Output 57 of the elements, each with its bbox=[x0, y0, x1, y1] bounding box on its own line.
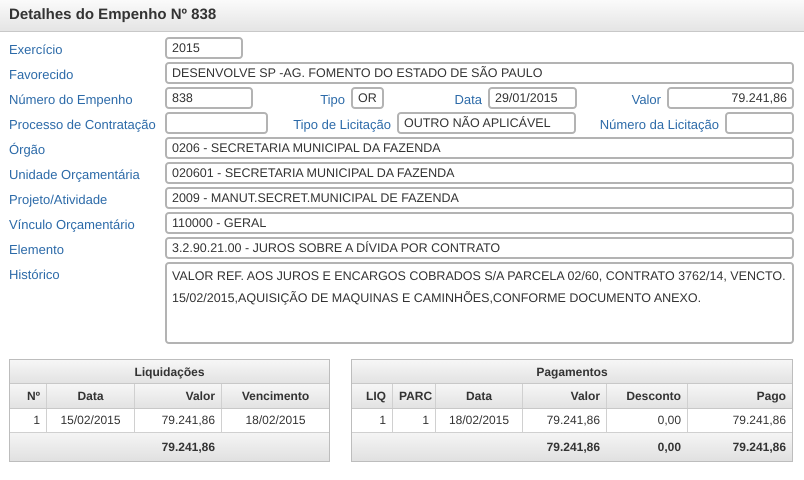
table-cell: 0,00 bbox=[606, 409, 687, 432]
table-title: Liquidações bbox=[10, 360, 329, 384]
table-cell: 18/02/2015 bbox=[221, 409, 329, 432]
input-field[interactable]: OUTRO NÃO APLICÁVEL bbox=[397, 112, 576, 134]
column-header: Vencimento bbox=[221, 384, 329, 408]
field-label: Tipo de Licitação bbox=[293, 117, 391, 132]
input-field[interactable]: DESENVOLVE SP -AG. FOMENTO DO ESTADO DE SÃO PAULO bbox=[165, 62, 794, 84]
field-label: Número do Empenho bbox=[9, 92, 133, 107]
total-value: 79.241,86 bbox=[732, 440, 786, 454]
input-field[interactable]: OR bbox=[351, 87, 384, 109]
field-label: Elemento bbox=[9, 242, 64, 257]
table-cell-text: 1 bbox=[378, 412, 387, 429]
total-value: 79.241,86 bbox=[546, 440, 600, 454]
field-label: Vínculo Orçamentário bbox=[9, 217, 135, 232]
input-field[interactable]: 2015 bbox=[165, 37, 243, 59]
field-label: Projeto/Atividade bbox=[9, 192, 108, 207]
input-field[interactable] bbox=[725, 112, 794, 134]
field-label: Valor bbox=[632, 92, 661, 107]
field-label: Favorecido bbox=[9, 67, 74, 82]
input-field[interactable] bbox=[165, 112, 268, 134]
column-header: Pago bbox=[687, 384, 792, 408]
input-field[interactable]: 838 bbox=[165, 87, 253, 109]
input-field[interactable]: 2009 - MANUT.SECRET.MUNICIPAL DE FAZENDA bbox=[165, 187, 794, 209]
table-cell: 18/02/2015 bbox=[435, 409, 522, 432]
column-header: Valor bbox=[522, 384, 606, 408]
input-field[interactable]: 79.241,86 bbox=[667, 87, 794, 109]
column-header: Nº bbox=[26, 388, 41, 405]
input-field[interactable]: 3.2.90.21.00 - JUROS SOBRE A DÍVIDA POR CONTRATO bbox=[165, 237, 794, 259]
column-header: Data bbox=[46, 384, 134, 408]
table-cell: 15/02/2015 bbox=[46, 409, 134, 432]
input-field[interactable]: 29/01/2015 bbox=[488, 87, 577, 109]
field-label: Processo de Contratação bbox=[9, 117, 156, 132]
input-field[interactable]: 110000 - GERAL bbox=[165, 212, 794, 234]
input-field[interactable]: 0206 - SECRETARIA MUNICIPAL DA FAZENDA bbox=[165, 137, 794, 159]
column-header: LIQ bbox=[365, 388, 387, 405]
column-header: Desconto bbox=[606, 384, 687, 408]
column-header: Data bbox=[435, 384, 522, 408]
table-cell-text: 1 bbox=[32, 412, 41, 429]
panel-title: Detalhes do Empenho Nº 838 bbox=[9, 5, 216, 26]
field-label: Histórico bbox=[9, 267, 60, 282]
column-header: PARC bbox=[392, 384, 435, 408]
text-area[interactable]: VALOR REF. AOS JUROS E ENCARGOS COBRADOS S/A PARCELA 02/60, CONTRATO 3762/14, VENCTO. 15/02/2015,AQUISIÇÃO DE MAQUINAS E CAMINHÕES,CONFORME DOCUMENTO ANEXO. bbox=[165, 262, 794, 344]
field-label: Exercício bbox=[9, 42, 62, 57]
table-title: Pagamentos bbox=[352, 360, 792, 384]
field-label: Unidade Orçamentária bbox=[9, 167, 140, 182]
field-label: Tipo bbox=[320, 92, 345, 107]
table-cell: 1 bbox=[392, 409, 435, 432]
total-value: 0,00 bbox=[658, 440, 681, 454]
field-label: Órgão bbox=[9, 142, 46, 157]
field-label: Data bbox=[454, 92, 482, 107]
field-label: Número da Licitação bbox=[600, 117, 719, 132]
table-cell: 79.241,86 bbox=[522, 409, 606, 432]
input-field[interactable]: 020601 - SECRETARIA MUNICIPAL DA FAZENDA bbox=[165, 162, 794, 184]
total-value: 79.241,86 bbox=[162, 440, 215, 454]
column-header: Valor bbox=[134, 384, 221, 408]
table-cell: 79.241,86 bbox=[687, 409, 792, 432]
table-cell: 79.241,86 bbox=[134, 409, 221, 432]
